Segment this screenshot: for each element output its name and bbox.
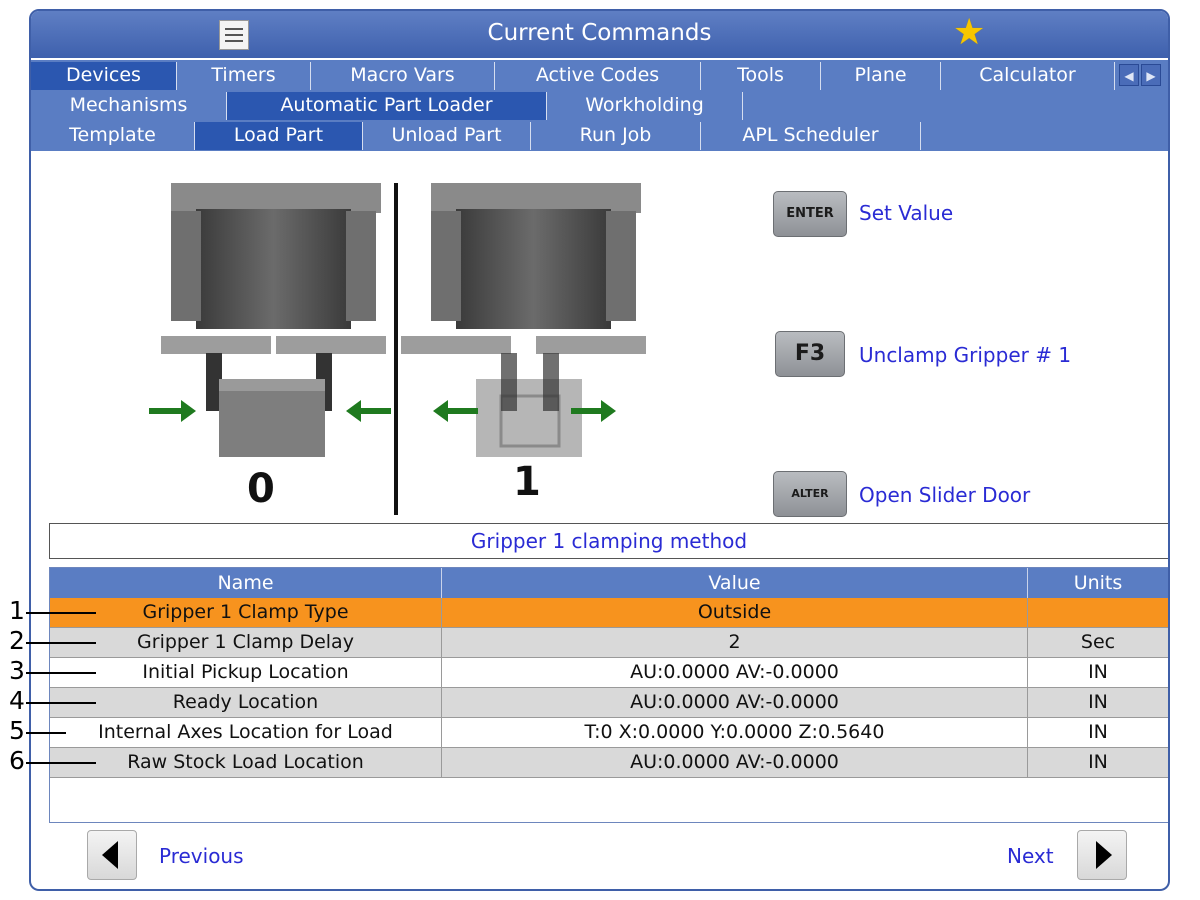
tab-apl-scheduler[interactable]: APL Scheduler	[701, 122, 921, 150]
arrow-left-icon	[346, 400, 391, 422]
row-units: IN	[1088, 691, 1108, 713]
callout-line-2	[26, 642, 96, 644]
tab-macro-vars[interactable]: Macro Vars	[311, 62, 495, 90]
table-row[interactable]: Gripper 1 Clamp Type Outside	[50, 598, 1168, 628]
callout-line-4	[26, 702, 96, 704]
tab-devices[interactable]: Devices	[31, 62, 177, 90]
column-header-value: Value	[442, 568, 1028, 598]
favorite-star-icon[interactable]: ★	[953, 15, 985, 51]
alter-key-button[interactable]: ALTER	[773, 471, 847, 517]
row-units	[1028, 598, 1168, 627]
tab-template[interactable]: Template	[31, 122, 195, 150]
tab-row-2: Mechanisms Automatic Part Loader Workhol…	[31, 90, 1168, 120]
row-value[interactable]: T:0 X:0.0000 Y:0.0000 Z:0.5640	[442, 718, 1028, 747]
table-row[interactable]: Ready Location AU:0.0000 AV:-0.0000 IN	[50, 688, 1168, 718]
tab-run-job[interactable]: Run Job	[531, 122, 701, 150]
scroll-right-icon[interactable]: ▶	[1141, 64, 1161, 86]
callout-6: 6	[9, 746, 25, 775]
column-header-name: Name	[50, 568, 442, 598]
tab-automatic-part-loader[interactable]: Automatic Part Loader	[227, 92, 547, 120]
current-commands-window: Current Commands ★ Devices Timers Macro …	[29, 9, 1170, 891]
row-units: IN	[1088, 661, 1108, 683]
arrow-left-icon-2	[433, 400, 478, 422]
table-row[interactable]: Raw Stock Load Location AU:0.0000 AV:-0.…	[50, 748, 1168, 778]
callout-3: 3	[9, 656, 25, 685]
field-description: Gripper 1 clamping method	[49, 523, 1168, 559]
tab-workholding[interactable]: Workholding	[547, 92, 743, 120]
scroll-left-icon[interactable]: ◀	[1119, 64, 1139, 86]
table-row[interactable]: Initial Pickup Location AU:0.0000 AV:-0.…	[50, 658, 1168, 688]
title-bar: Current Commands ★	[31, 11, 1168, 58]
tab-plane[interactable]: Plane	[821, 62, 941, 90]
tab-load-part[interactable]: Load Part	[195, 122, 363, 150]
set-value-label: Set Value	[859, 201, 954, 225]
row-name: Ready Location	[50, 688, 442, 717]
row-value[interactable]: AU:0.0000 AV:-0.0000	[442, 688, 1028, 717]
row-units: IN	[1088, 751, 1108, 773]
window-title: Current Commands	[487, 20, 712, 46]
table-row[interactable]: Gripper 1 Clamp Delay 2 Sec	[50, 628, 1168, 658]
callout-line-5	[26, 732, 66, 734]
row-name: Initial Pickup Location	[50, 658, 442, 687]
row-name: Gripper 1 Clamp Delay	[50, 628, 442, 657]
column-header-units: Units	[1073, 572, 1123, 594]
row-name: Internal Axes Location for Load	[50, 718, 442, 747]
callout-1: 1	[9, 596, 25, 625]
next-label[interactable]: Next	[1007, 844, 1054, 868]
gripper-0-label: 0	[247, 466, 275, 512]
row-value[interactable]: AU:0.0000 AV:-0.0000	[442, 658, 1028, 687]
enter-key-button[interactable]: ENTER	[773, 191, 847, 237]
arrow-right-icon	[149, 400, 196, 422]
callout-4: 4	[9, 686, 25, 715]
tab-unload-part[interactable]: Unload Part	[363, 122, 531, 150]
table-row[interactable]: Internal Axes Location for Load T:0 X:0.…	[50, 718, 1168, 748]
open-slider-door-label: Open Slider Door	[859, 483, 1031, 507]
tab-calculator[interactable]: Calculator	[941, 62, 1115, 90]
row-units: IN	[1088, 721, 1108, 743]
row-value[interactable]: Outside	[442, 598, 1028, 627]
gripper-0-graphic	[161, 183, 386, 457]
callout-line-6	[26, 762, 96, 764]
unclamp-gripper-label: Unclamp Gripper # 1	[859, 343, 1072, 367]
f3-key-button[interactable]: F3	[775, 331, 845, 377]
next-button[interactable]	[1077, 830, 1127, 880]
row-value[interactable]: 2	[442, 628, 1028, 657]
gripper-1-label: 1	[513, 459, 541, 505]
tab-tools[interactable]: Tools	[701, 62, 821, 90]
tab-mechanisms[interactable]: Mechanisms	[31, 92, 227, 120]
row-name: Gripper 1 Clamp Type	[50, 598, 442, 627]
table-header: Name Value Units	[50, 568, 1168, 598]
arrow-left-icon	[102, 841, 118, 869]
tab-timers[interactable]: Timers	[177, 62, 311, 90]
previous-button[interactable]	[87, 830, 137, 880]
row-units: Sec	[1080, 631, 1116, 653]
callout-line-1	[26, 612, 96, 614]
gripper-divider	[394, 183, 398, 515]
callout-line-3	[26, 672, 96, 674]
tab-row-3: Template Load Part Unload Part Run Job A…	[31, 120, 1168, 151]
callout-5: 5	[9, 716, 25, 745]
tab-row-1: Devices Timers Macro Vars Active Codes T…	[31, 60, 1168, 90]
settings-table: Name Value Units Gripper 1 Clamp Type Ou…	[49, 567, 1168, 823]
row-name: Raw Stock Load Location	[50, 748, 442, 777]
tab-active-codes[interactable]: Active Codes	[495, 62, 701, 90]
previous-label[interactable]: Previous	[159, 844, 244, 868]
callout-2: 2	[9, 626, 25, 655]
gripper-illustration	[149, 183, 646, 457]
row-value[interactable]: AU:0.0000 AV:-0.0000	[442, 748, 1028, 777]
arrow-right-icon	[1096, 841, 1112, 869]
